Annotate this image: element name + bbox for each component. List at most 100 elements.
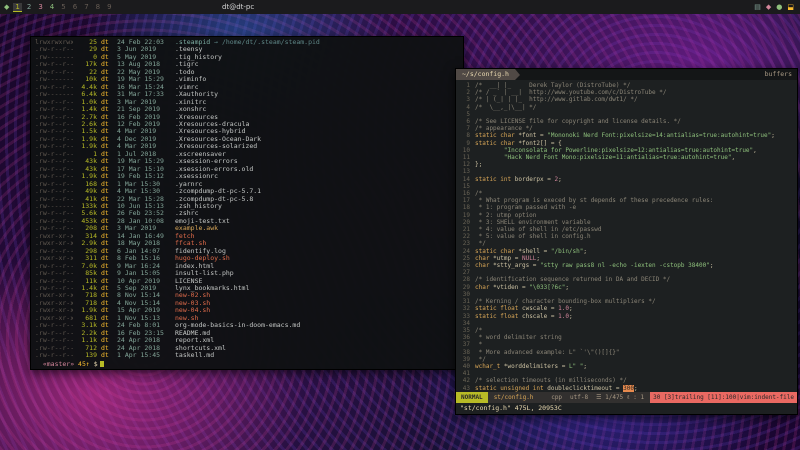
workspace-2[interactable]: 2 <box>25 3 33 12</box>
code-segment: 1.0 <box>558 305 569 312</box>
launcher-icon[interactable]: ◆ <box>0 3 13 11</box>
code-segment: static char <box>475 132 518 139</box>
code-line: 14static int borderpx = 2; <box>456 176 797 183</box>
code-text: static int borderpx = 2; <box>475 176 562 183</box>
code-segment: * More advanced example: L" `'\"()[]{}" <box>475 349 620 356</box>
code-segment: ; <box>536 255 540 262</box>
code-line: 29char *vtiden = "\033[?6c"; <box>456 284 797 291</box>
workspace-6[interactable]: 6 <box>71 3 79 12</box>
workspace-1[interactable]: 1 <box>13 3 21 12</box>
workspace-5[interactable]: 5 <box>59 3 67 12</box>
file-perms: .rwxr-xr-x <box>35 307 73 314</box>
ls-row: .rwxr-xr-x2.9kdt18 May 2018ffcat.sh <box>35 240 463 247</box>
code-line: 4/* \__,_|\__| */ <box>456 104 797 111</box>
code-line: 17 * What program is execed by st depend… <box>456 197 797 204</box>
editor-statusline: NORMAL st/config.h cpp utf-8 ☰ 1/475 ℓ :… <box>456 392 797 403</box>
code-segment: * <box>475 341 482 348</box>
file-perms: .rw------- <box>35 76 73 83</box>
file-perms: .rw-r--r-- <box>35 248 73 255</box>
line-number: 34 <box>456 320 470 327</box>
code-text: char *utmp = NULL; <box>475 255 540 262</box>
code-segment: */ <box>475 356 486 363</box>
code-line: 30 <box>456 291 797 298</box>
ls-row: .rw-r--r--22dt22 May 2019.todo <box>35 69 463 76</box>
code-segment: static char <box>475 140 518 147</box>
file-perms: .rw-r--r-- <box>35 151 73 158</box>
ls-row: .rwxr-xr-x718dt8 Nov 15:14new-02.sh <box>35 292 463 299</box>
editor-window[interactable]: ~/s/config.h buffers 1/* __| |_ Derek Ta… <box>455 68 798 415</box>
ls-row: .rw-r--r--453kdt28 Jan 10:08emoji-test.t… <box>35 218 463 225</box>
editor-command-line: "st/config.h" 475L, 20953C <box>456 403 797 414</box>
position-indicator: ☰ 1/475 ℓ : 1 <box>592 394 648 401</box>
volume-icon[interactable]: ◆ <box>766 3 771 11</box>
terminal-cursor <box>100 361 104 367</box>
code-segment: doubleclicktimeout = <box>547 385 623 392</box>
ls-row: .rw-------0dt5 May 2019.tig_history <box>35 54 463 61</box>
line-number: 20 <box>456 219 470 226</box>
ls-row: .rwxr-xr-x718dt4 Nov 15:14new-03.sh <box>35 300 463 307</box>
file-perms: .rw-r--r-- <box>35 270 73 277</box>
file-name: taskell.md <box>175 352 214 359</box>
code-line: 21 * 4: value of shell in /etc/passwd <box>456 226 797 233</box>
code-segment: ; <box>569 313 573 320</box>
file-perms: .rw-r--r-- <box>35 225 73 232</box>
file-perms: .rw-r--r-- <box>35 218 73 225</box>
symlink-target: → /home/dt/.steam/steam.pid <box>210 39 320 46</box>
line-number: 19 <box>456 212 470 219</box>
code-segment: *shell = <box>518 248 551 255</box>
code-segment: * word delimiter string <box>475 334 562 341</box>
code-segment: *vtiden = <box>493 284 529 291</box>
code-segment: * 2: utmp option <box>475 212 536 219</box>
workspace-8[interactable]: 8 <box>94 3 102 12</box>
file-perms: .rw-r--r-- <box>35 285 73 292</box>
code-text: * 3: SHELL environment variable <box>475 219 591 226</box>
code-text: * 4: value of shell in /etc/passwd <box>475 226 601 233</box>
workspace-7[interactable]: 7 <box>82 3 90 12</box>
tray: ▤ ◆ ● ⬓ <box>754 3 800 11</box>
code-segment: "stty raw pass8 nl -echo -iexten -cstopb… <box>540 262 710 269</box>
workspace-3[interactable]: 3 <box>36 3 44 12</box>
network-icon[interactable]: ▤ <box>754 3 761 11</box>
line-number: 9 <box>456 140 470 147</box>
code-text: static float chscale = 1.0; <box>475 313 573 320</box>
file-perms: .rw-r--r-- <box>35 330 73 337</box>
code-segment: L" " <box>569 363 583 370</box>
line-number: 38 <box>456 349 470 356</box>
buffers-label[interactable]: buffers <box>765 71 797 78</box>
code-text: }; <box>475 161 482 168</box>
code-text: wchar_t *worddelimiters = L" "; <box>475 363 587 370</box>
file-perms: .rw-r--r-- <box>35 143 73 150</box>
code-segment: }; <box>475 161 482 168</box>
code-segment: chscale = <box>522 313 558 320</box>
code-line: 39 */ <box>456 356 797 363</box>
ls-row: .rw-------133kdt10 Jun 15:13.zsh_history <box>35 203 463 210</box>
file-perms: .rwxr-xr-x <box>35 255 73 262</box>
code-segment: *utmp = <box>493 255 522 262</box>
file-perms: .rw-r--r-- <box>35 121 73 128</box>
code-text: "Hack Nerd Font Mono:pixelsize=11:antial… <box>475 154 735 161</box>
code-area[interactable]: 1/* __| |_ Derek Taylor (DistroTube) */2… <box>456 80 797 392</box>
line-number: 28 <box>456 276 470 283</box>
code-text: * What program is execed by st depends o… <box>475 197 713 204</box>
code-text: "Inconsolata for Powerline:pixelsize=12:… <box>475 147 757 154</box>
workspace-9[interactable]: 9 <box>105 3 113 12</box>
code-segment: "\033[?6c" <box>529 284 565 291</box>
settings-icon[interactable]: ⬓ <box>787 3 794 11</box>
file-perms: .rw-r--r-- <box>35 263 73 270</box>
code-text: /* selection timeouts (in milliseconds) … <box>475 377 627 384</box>
file-list: lrwxrwxrwx25dt24 Feb 22:03.steampid → /h… <box>35 39 463 359</box>
line-number: 1 <box>456 82 470 89</box>
ls-row: .rw-r--r--41kdt22 Mar 15:28.zcompdump-dt… <box>35 196 463 203</box>
ls-row: .rw-r--r--29dt3 Jun 2019.teensy <box>35 46 463 53</box>
status-icon[interactable]: ● <box>776 3 782 11</box>
line-number: 32 <box>456 305 470 312</box>
code-segment: ; <box>634 385 638 392</box>
ls-row: .rw-r--r--1dt1 Jul 2018.xscreensaver <box>35 151 463 158</box>
line-number: 13 <box>456 168 470 175</box>
left-terminal-window[interactable]: lrwxrwxrwx25dt24 Feb 22:03.steampid → /h… <box>30 36 464 370</box>
tab-config-h[interactable]: ~/s/config.h <box>456 69 515 80</box>
line-number: 8 <box>456 132 470 139</box>
workspace-4[interactable]: 4 <box>48 3 56 12</box>
ls-row: .rw-r--r--1.1kdt24 Apr 2018report.xml <box>35 337 463 344</box>
code-segment: *worddelimiters = <box>504 363 569 370</box>
